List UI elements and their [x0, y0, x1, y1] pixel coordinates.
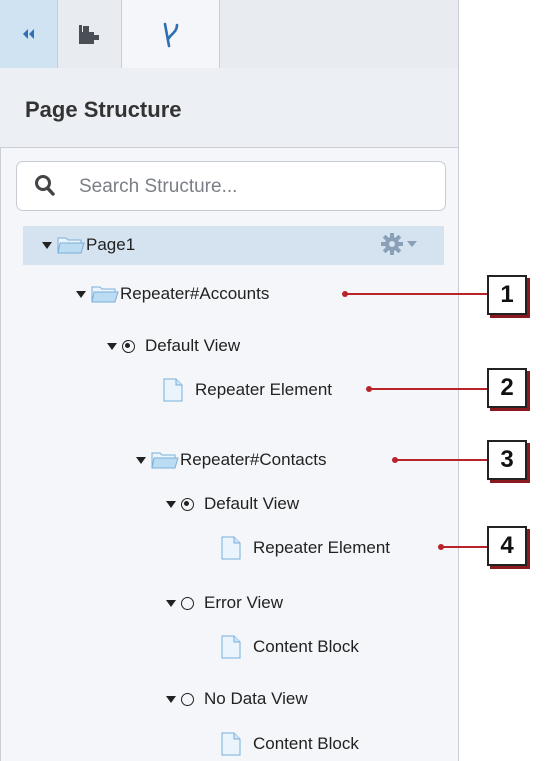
- collapse-panel-tab[interactable]: [0, 0, 58, 68]
- tree-item-label: No Data View: [204, 689, 308, 708]
- folder-icon: [91, 286, 119, 303]
- tree-item-label: Repeater Element: [253, 538, 391, 557]
- callout-4: 4: [487, 526, 527, 566]
- tree-item-contacts-error-view[interactable]: Error View: [166, 589, 283, 617]
- radio-unselected-icon[interactable]: [181, 692, 194, 706]
- page-icon: [221, 536, 241, 560]
- tab-page-structure[interactable]: [122, 0, 220, 69]
- tree-item-label: Repeater Element: [195, 380, 333, 399]
- callout-line: [441, 546, 488, 548]
- tree-item-contacts-default-view[interactable]: Default View: [166, 490, 299, 518]
- expand-triangle-icon[interactable]: [136, 456, 146, 464]
- tree-item-label: Repeater#Accounts: [120, 284, 270, 303]
- puzzle-piece-icon: [78, 25, 99, 44]
- tree-item-label: Repeater#Contacts: [180, 450, 327, 469]
- tree-item-page1[interactable]: Page1: [42, 231, 135, 259]
- tree-item-repeater-contacts[interactable]: Repeater#Contacts: [136, 446, 326, 474]
- expand-triangle-icon[interactable]: [107, 342, 117, 350]
- callout-1: 1: [487, 275, 527, 315]
- search-box[interactable]: [16, 161, 446, 212]
- radio-unselected-icon[interactable]: [181, 596, 194, 610]
- folder-icon: [57, 237, 85, 254]
- radio-selected-icon[interactable]: [181, 497, 194, 511]
- search-input[interactable]: [77, 162, 431, 212]
- page-settings-menu[interactable]: [381, 233, 417, 255]
- tab-bar: [0, 0, 458, 69]
- chevron-down-icon: [407, 241, 417, 247]
- tree-item-contacts-no-data-view[interactable]: No Data View: [166, 685, 308, 713]
- tree-item-contacts-repeater-element[interactable]: Repeater Element: [221, 534, 390, 562]
- callout-3: 3: [487, 440, 527, 480]
- folder-icon: [151, 452, 179, 469]
- tree-item-label: Error View: [204, 593, 284, 612]
- page-icon: [221, 635, 241, 659]
- tree-item-accounts-repeater-element[interactable]: Repeater Element: [163, 376, 332, 404]
- tree-item-no-data-content-block[interactable]: Content Block: [221, 730, 359, 758]
- radio-selected-icon[interactable]: [122, 339, 135, 353]
- tree-item-label: Page1: [86, 235, 136, 254]
- page-icon: [221, 732, 241, 756]
- tree-item-label: Content Block: [253, 637, 359, 656]
- expand-triangle-icon[interactable]: [166, 500, 176, 508]
- expand-triangle-icon[interactable]: [42, 241, 52, 249]
- gear-icon: [381, 233, 403, 255]
- tab-components[interactable]: [58, 0, 122, 68]
- tree-item-label: Default View: [204, 494, 300, 513]
- callout-line: [369, 388, 488, 390]
- tree-item-accounts-default-view[interactable]: Default View: [107, 332, 240, 360]
- page-icon: [163, 378, 183, 402]
- page-title: Page Structure: [25, 97, 182, 122]
- expand-triangle-icon[interactable]: [166, 599, 176, 607]
- expand-triangle-icon[interactable]: [166, 695, 176, 703]
- callout-2: 2: [487, 368, 527, 408]
- callout-line: [395, 459, 488, 461]
- expand-triangle-icon[interactable]: [76, 290, 86, 298]
- tree-item-repeater-accounts[interactable]: Repeater#Accounts: [76, 280, 269, 308]
- branch-icon: [163, 22, 178, 47]
- tree-item-error-content-block[interactable]: Content Block: [221, 633, 359, 661]
- double-chevron-left-icon: [22, 29, 34, 39]
- callout-line: [345, 293, 488, 295]
- search-icon: [35, 175, 55, 196]
- tree-item-label: Default View: [145, 336, 241, 355]
- tree-item-label: Content Block: [253, 734, 359, 753]
